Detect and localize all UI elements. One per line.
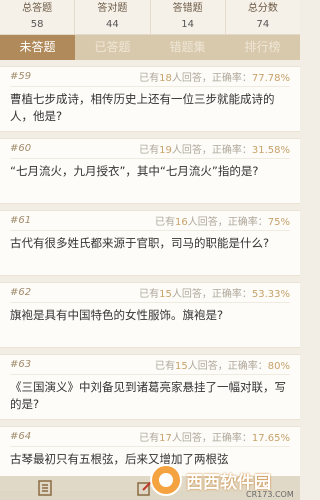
meta-prefix: 已有 bbox=[139, 433, 160, 444]
question-card[interactable]: #60 已有19人回答，正确率：31.58% “七月流火，九月授衣”，其中“七月… bbox=[0, 138, 300, 204]
stat-total: 总答题 58 bbox=[0, 0, 76, 34]
watermark-logo: 西西软件园 CR173.COM bbox=[146, 462, 296, 499]
question-text: 旗袍是具有中国特色的女性服饰。旗袍是? bbox=[10, 308, 224, 322]
meta-suffix: 人回答，正确率： bbox=[187, 361, 268, 372]
stat-wrong: 答错题 14 bbox=[151, 0, 226, 34]
stat-score: 总分数 74 bbox=[226, 0, 300, 34]
question-number: #61 bbox=[10, 215, 32, 226]
tab-unanswered[interactable]: 未答题 bbox=[0, 35, 75, 60]
question-meta: 已有15人回答，正确率：53.33% bbox=[139, 285, 290, 300]
tab-bar: 未答题 已答题 错题集 排行榜 bbox=[0, 35, 300, 60]
meta-prefix: 已有 bbox=[155, 217, 176, 228]
question-number: #59 bbox=[10, 71, 32, 82]
question-card[interactable]: #62 已有15人回答，正确率：53.33% 旗袍是具有中国特色的女性服饰。旗袍… bbox=[0, 282, 300, 348]
question-header: #59 已有18人回答，正确率：77.78% bbox=[10, 67, 290, 87]
question-card[interactable]: #63 已有15人回答，正确率：80% 《三国演义》中刘备见到诸葛亮家悬挂了一幅… bbox=[0, 354, 300, 420]
question-header: #61 已有16人回答，正确率：75% bbox=[10, 211, 290, 231]
question-text: 《三国演义》中刘备见到诸葛亮家悬挂了一幅对联，写的是? bbox=[10, 380, 286, 411]
stat-value: 74 bbox=[256, 19, 270, 30]
accuracy-rate: 77.78% bbox=[251, 73, 290, 84]
question-text: 古代有很多姓氏都来源于官职，司马的职能是什么? bbox=[10, 236, 270, 250]
stat-label: 答错题 bbox=[172, 3, 203, 14]
answer-count: 17 bbox=[159, 433, 172, 444]
list-icon[interactable] bbox=[35, 479, 55, 497]
tab-answered[interactable]: 已答题 bbox=[75, 35, 150, 60]
question-header: #63 已有15人回答，正确率：80% bbox=[10, 355, 290, 375]
question-meta: 已有19人回答，正确率：31.58% bbox=[139, 141, 290, 156]
question-number: #62 bbox=[10, 287, 32, 298]
answer-count: 19 bbox=[159, 145, 172, 156]
question-number: #64 bbox=[10, 431, 32, 442]
accuracy-rate: 17.65% bbox=[251, 433, 290, 444]
answer-count: 16 bbox=[175, 217, 188, 228]
stat-label: 总分数 bbox=[247, 3, 278, 14]
question-text: 曹植七步成诗，相传历史上还有一位三步就能成诗的人，他是? bbox=[10, 92, 275, 123]
stat-value: 58 bbox=[30, 19, 44, 30]
accuracy-rate: 53.33% bbox=[251, 289, 290, 300]
answer-count: 18 bbox=[159, 73, 172, 84]
tab-wrong-collection[interactable]: 错题集 bbox=[150, 35, 225, 60]
accuracy-rate: 31.58% bbox=[251, 145, 290, 156]
accuracy-rate: 75% bbox=[267, 217, 290, 228]
stat-value: 14 bbox=[181, 19, 194, 30]
question-header: #64 已有17人回答，正确率：17.65% bbox=[10, 427, 290, 447]
meta-prefix: 已有 bbox=[139, 145, 160, 156]
meta-prefix: 已有 bbox=[139, 73, 160, 84]
answer-count: 15 bbox=[159, 289, 172, 300]
tab-leaderboard[interactable]: 排行榜 bbox=[225, 35, 300, 60]
meta-suffix: 人回答，正确率： bbox=[171, 145, 252, 156]
meta-suffix: 人回答，正确率： bbox=[171, 73, 252, 84]
question-number: #63 bbox=[10, 359, 32, 370]
question-list: #59 已有18人回答，正确率：77.78% 曹植七步成诗，相传历史上还有一位三… bbox=[0, 60, 300, 492]
question-number: #60 bbox=[10, 143, 32, 154]
question-meta: 已有17人回答，正确率：17.65% bbox=[139, 429, 290, 444]
question-meta: 已有16人回答，正确率：75% bbox=[155, 213, 290, 228]
stat-label: 总答题 bbox=[22, 3, 53, 14]
question-card[interactable]: #59 已有18人回答，正确率：77.78% 曹植七步成诗，相传历史上还有一位三… bbox=[0, 66, 300, 132]
question-header: #62 已有15人回答，正确率：53.33% bbox=[10, 283, 290, 303]
stat-value: 44 bbox=[106, 19, 119, 30]
meta-prefix: 已有 bbox=[155, 361, 176, 372]
stats-header: 总答题 58 答对题 44 答错题 14 总分数 74 bbox=[0, 0, 300, 35]
meta-suffix: 人回答，正确率： bbox=[171, 433, 252, 444]
question-card[interactable]: #61 已有16人回答，正确率：75% 古代有很多姓氏都来源于官职，司马的职能是… bbox=[0, 210, 300, 276]
meta-suffix: 人回答，正确率： bbox=[187, 217, 268, 228]
question-text: “七月流火，九月授衣”，其中“七月流火”指的是? bbox=[10, 164, 259, 178]
stat-correct: 答对题 44 bbox=[75, 0, 151, 34]
watermark-subtext: CR173.COM bbox=[246, 490, 294, 499]
question-meta: 已有15人回答，正确率：80% bbox=[155, 357, 290, 372]
stat-label: 答对题 bbox=[97, 3, 128, 14]
meta-prefix: 已有 bbox=[139, 289, 160, 300]
question-header: #60 已有19人回答，正确率：31.58% bbox=[10, 139, 290, 159]
meta-suffix: 人回答，正确率： bbox=[171, 289, 252, 300]
accuracy-rate: 80% bbox=[267, 361, 290, 372]
answer-count: 15 bbox=[175, 361, 188, 372]
question-meta: 已有18人回答，正确率：77.78% bbox=[139, 69, 290, 84]
